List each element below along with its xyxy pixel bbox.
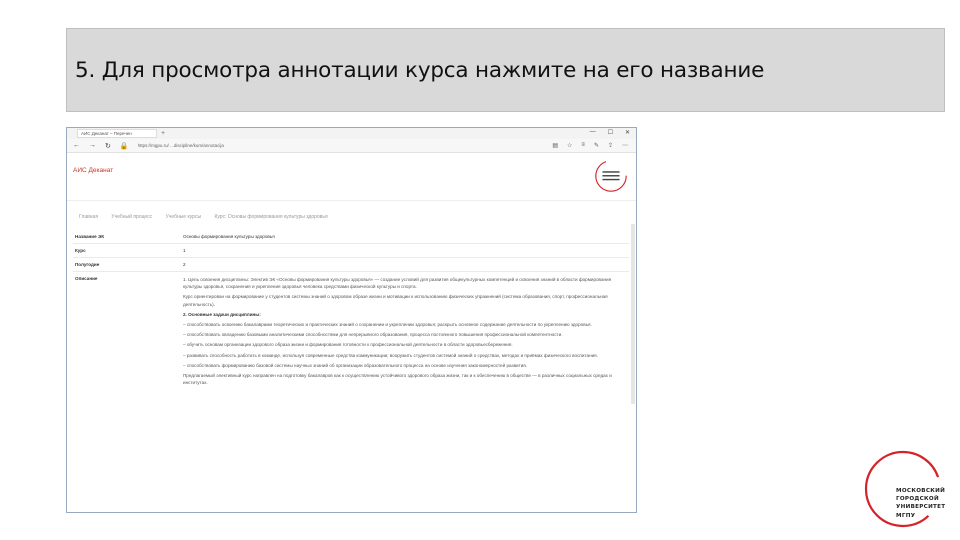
maximize-button[interactable]: ☐ xyxy=(608,129,613,136)
description-paragraph: Предлагаемый элективный курс направлен н… xyxy=(183,373,612,386)
breadcrumb-item[interactable]: Главная xyxy=(79,214,98,220)
detail-row: Название ЭК Основы формирования культуры… xyxy=(73,230,629,244)
page-scrollbar[interactable] xyxy=(631,224,635,404)
description-paragraph: – способствовать формированию базовой си… xyxy=(183,362,528,368)
breadcrumb: Главная Учебный процесс Учебные курсы Ку… xyxy=(79,214,340,220)
browser-titlebar: АИС Деканат – Перечен + — ☐ ✕ xyxy=(67,128,636,139)
course-details: Название ЭК Основы формирования культуры… xyxy=(73,230,629,512)
new-tab-icon[interactable]: + xyxy=(161,130,165,137)
breadcrumb-item: Курс: Основы формирования культуры здоро… xyxy=(214,214,328,220)
notes-icon[interactable]: ✎ xyxy=(594,142,599,149)
browser-tab-title: АИС Деканат – Перечен xyxy=(81,131,132,136)
refresh-icon[interactable]: ↻ xyxy=(105,142,111,150)
browser-tab[interactable]: АИС Деканат – Перечен xyxy=(77,129,157,138)
browser-actions: ▤ ☆ ≡ ✎ ⇪ ⋯ xyxy=(552,142,628,149)
breadcrumb-item[interactable]: Учебные курсы xyxy=(166,214,201,220)
mini-university-logo xyxy=(595,160,627,192)
description-row: Описание 1. Цель освоения дисциплины: Эл… xyxy=(73,272,629,386)
university-line: МГПУ xyxy=(896,512,916,519)
forward-icon[interactable]: → xyxy=(89,142,96,149)
detail-row: Курс 1 xyxy=(73,244,629,258)
university-line: ГОРОДСКОЙ xyxy=(896,496,939,503)
minimize-button[interactable]: — xyxy=(590,129,596,136)
university-line: УНИВЕРСИТЕТ xyxy=(896,504,946,511)
breadcrumb-item[interactable]: Учебный процесс xyxy=(111,214,152,220)
detail-row: Полугодие 2 xyxy=(73,258,629,272)
detail-label: Полугодие xyxy=(75,262,100,267)
detail-value: 2 xyxy=(183,262,186,267)
university-line: МОСКОВСКИЙ xyxy=(896,488,946,494)
detail-label: Курс xyxy=(75,248,86,253)
description-label: Описание xyxy=(75,276,98,281)
description-paragraph: – способствовать освоению бакалаврами те… xyxy=(183,322,592,328)
close-button[interactable]: ✕ xyxy=(625,129,630,136)
browser-screenshot: АИС Деканат – Перечен + — ☐ ✕ ← → ↻ 🔒 ht… xyxy=(66,127,637,513)
description-paragraph: – развивать способность работать в коман… xyxy=(183,352,598,358)
description-paragraph: – способствовать овладению базовыми анал… xyxy=(183,332,563,338)
hub-icon[interactable]: ≡ xyxy=(581,142,585,149)
window-controls: — ☐ ✕ xyxy=(590,129,630,136)
slide-title: 5. Для просмотра аннотации курса нажмите… xyxy=(75,57,765,83)
favorite-star-icon[interactable]: ☆ xyxy=(567,142,572,149)
url-field[interactable]: https://mgpu.ru/ ...discipline/kurs/anno… xyxy=(138,143,338,148)
detail-label: Название ЭК xyxy=(75,234,105,239)
title-banner: 5. Для просмотра аннотации курса нажмите… xyxy=(66,28,945,112)
description-text: 1. Цель освоения дисциплины: Электив ЭК … xyxy=(183,276,629,386)
share-icon[interactable]: ⇪ xyxy=(608,142,613,149)
site-brand[interactable]: АИС Деканат xyxy=(73,167,113,174)
address-bar: ← → ↻ 🔒 https://mgpu.ru/ ...discipline/k… xyxy=(67,139,636,153)
lock-icon: 🔒 xyxy=(119,142,129,150)
description-paragraph: 1. Цель освоения дисциплины: Электив ЭК … xyxy=(183,277,612,290)
back-icon[interactable]: ← xyxy=(73,142,80,149)
reading-view-icon[interactable]: ▤ xyxy=(552,142,558,149)
detail-value: Основы формирования культуры здоровья xyxy=(183,234,275,239)
slide: 5. Для просмотра аннотации курса нажмите… xyxy=(0,0,960,540)
description-paragraph: – обучить основам организации здорового … xyxy=(183,342,513,348)
university-logo-text: МОСКОВСКИЙ ГОРОДСКОЙ УНИВЕРСИТЕТ МГПУ xyxy=(896,487,945,520)
detail-value: 1 xyxy=(183,248,186,253)
site-header: АИС Деканат xyxy=(67,153,636,201)
more-icon[interactable]: ⋯ xyxy=(622,142,628,149)
description-paragraph: Курс ориентирован на формирование у студ… xyxy=(183,294,608,307)
description-heading: 2. Основные задачи дисциплины: xyxy=(183,311,261,317)
